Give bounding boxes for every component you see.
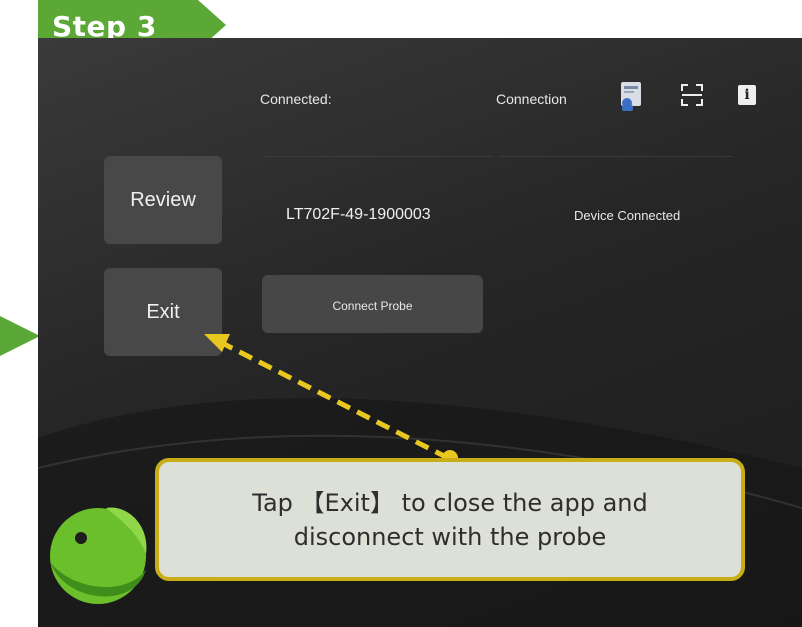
scan-icon[interactable]	[680, 83, 704, 107]
device-id: LT702F-49-1900003	[286, 206, 431, 223]
manual-icon[interactable]	[618, 81, 646, 111]
device-status: Device Connected	[574, 208, 681, 223]
callout-line: Tap 【Exit】 to close the app and	[252, 488, 648, 517]
connect-probe-button[interactable]: Connect Probe	[262, 275, 483, 333]
divider	[500, 156, 732, 157]
app-logo	[50, 507, 147, 604]
connection-header: Connection	[496, 91, 567, 107]
callout-text: Tap 【Exit】 to close the app and disconne…	[252, 486, 647, 554]
instruction-callout: Tap 【Exit】 to close the app and disconne…	[155, 458, 745, 581]
exit-button[interactable]: Exit	[104, 268, 222, 356]
connected-header: Connected:	[260, 91, 332, 107]
pointer-arrow-icon	[0, 316, 40, 356]
review-button[interactable]: Review	[104, 156, 222, 244]
info-icon[interactable]: i	[738, 85, 756, 105]
callout-line: disconnect with the probe	[293, 522, 607, 551]
divider	[262, 156, 492, 157]
